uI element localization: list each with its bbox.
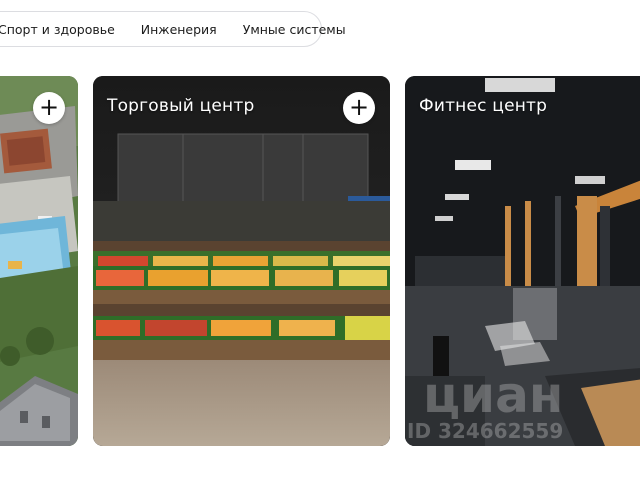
- supermarket-photo: [93, 76, 390, 446]
- plus-icon: +: [38, 93, 60, 121]
- aerial-photo: [0, 76, 78, 446]
- project-card-aerial[interactable]: +: [0, 76, 78, 446]
- add-button[interactable]: +: [33, 92, 65, 124]
- tab-sport-health[interactable]: Спорт и здоровье: [0, 22, 115, 37]
- category-tabs: Спорт и здоровье Инженерия Умные системы: [0, 11, 346, 47]
- project-card-shopping-center[interactable]: Торговый центр +: [93, 76, 390, 446]
- watermark-id: ID 324662559: [407, 419, 564, 443]
- card-title: Торговый центр: [107, 96, 255, 116]
- plus-icon: +: [348, 93, 370, 121]
- tab-engineering[interactable]: Инженерия: [141, 22, 217, 37]
- card-title: Фитнес центр: [419, 96, 548, 116]
- tab-smart-systems[interactable]: Умные системы: [243, 22, 346, 37]
- watermark-logo: циан: [423, 366, 564, 424]
- project-card-fitness-center[interactable]: Фитнес центр циан ID 324662559: [405, 76, 640, 446]
- add-button[interactable]: +: [343, 92, 375, 124]
